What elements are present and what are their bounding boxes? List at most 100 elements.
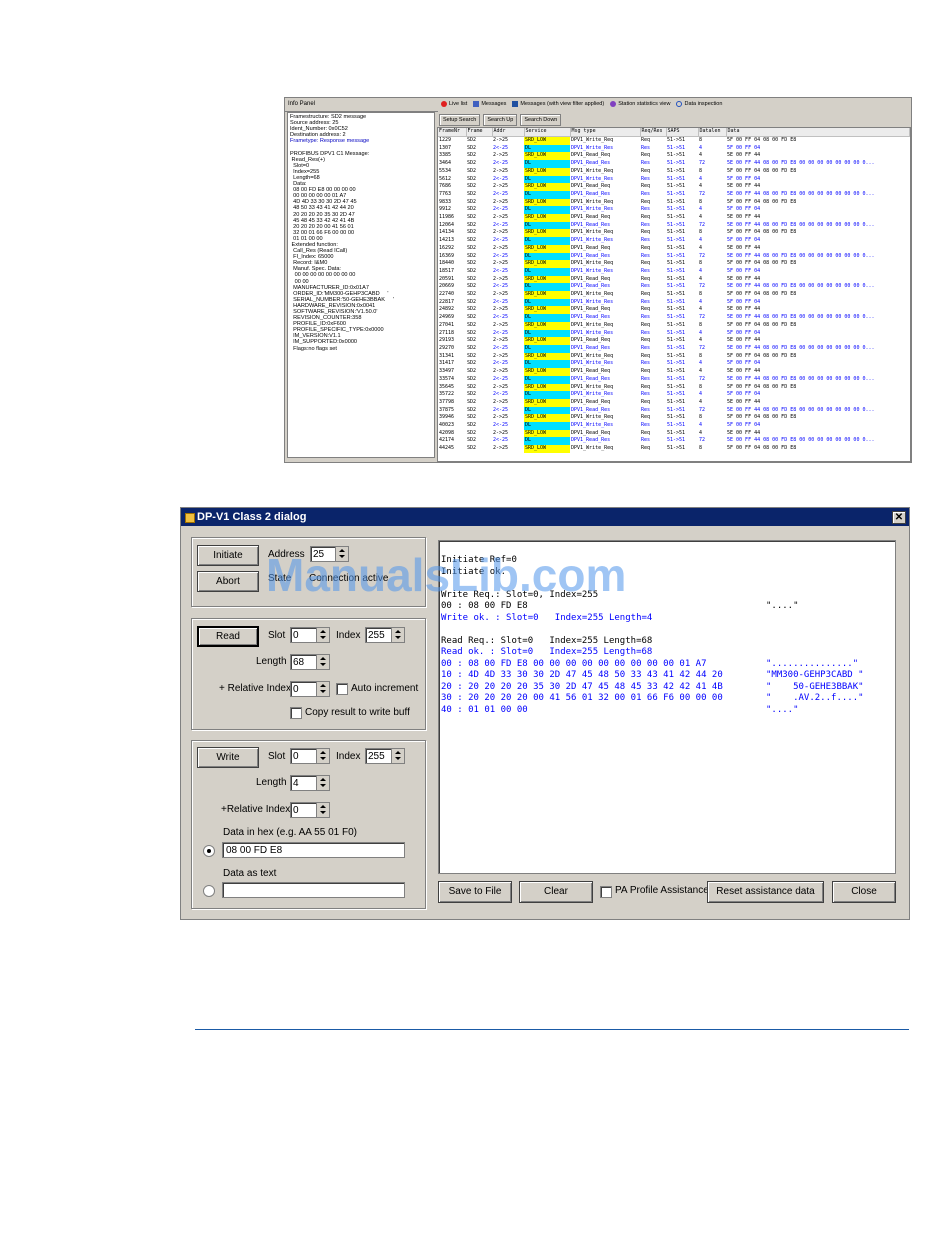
table-row[interactable]: 20669 SD2 2<-25 DL DPV1_Read_Res Res 51->51 72 5…: [438, 283, 910, 292]
spin-arrows-icon[interactable]: [316, 776, 329, 790]
spin-arrows-icon[interactable]: [316, 749, 329, 763]
table-row[interactable]: 20591 SD2 2->25 SRD_LOW DPV1_Read_Req Req 51->…: [438, 275, 910, 284]
table-row[interactable]: 31341 SD2 2->25 SRD_LOW DPV1_Write_Req Req 51-…: [438, 352, 910, 361]
column-header[interactable]: Addr: [492, 128, 525, 137]
table-row[interactable]: 11986 SD2 2->25 SRD_LOW DPV1_Read_Req Req 51->…: [438, 214, 910, 222]
table-row[interactable]: 33497 SD2 2->25 SRD_LOW DPV1_Read_Req Req 51->…: [438, 368, 910, 376]
search-up-button[interactable]: Search Up: [483, 114, 518, 126]
tab-data-inspection[interactable]: Data inspection: [676, 98, 722, 111]
table-row[interactable]: 31417 SD2 2<-25 DL DPV1_Write_Res Res 51->51 4 5…: [438, 360, 910, 369]
table-row[interactable]: 24969 SD2 2<-25 DL DPV1_Read_Res Res 51->51 72 5…: [438, 314, 910, 322]
table-row[interactable]: 39946 SD2 2->25 SRD_LOW DPV1_Write_Req Req 51-…: [438, 414, 910, 423]
table-row[interactable]: 44245 SD2 2->25 SRD_LOW DPV1_Write_Req Req 51-…: [438, 445, 910, 453]
table-cell: 2->25: [493, 291, 509, 298]
data-hex-input[interactable]: 08 00 FD E8: [222, 842, 405, 858]
table-row[interactable]: 35645 SD2 2->25 SRD_LOW DPV1_Write_Req Req 51-…: [438, 383, 910, 392]
tab-messages[interactable]: Messages: [473, 98, 506, 111]
info-panel-tab[interactable]: Info Panel: [285, 98, 438, 112]
search-down-button[interactable]: Search Down: [520, 114, 562, 126]
pa-profile-assistance-checkbox[interactable]: [600, 886, 612, 898]
write-relative-index-spinner[interactable]: 0: [290, 802, 330, 818]
column-header[interactable]: SAPS: [666, 128, 699, 137]
table-row[interactable]: 18440 SD2 2->25 SRD_LOW DPV1_Write_Req Req 51-…: [438, 260, 910, 268]
write-length-spinner[interactable]: 4: [290, 775, 330, 791]
table-cell: 5F 00 FF 04 08 00 FD E8: [727, 383, 797, 390]
column-header[interactable]: Datalen: [698, 128, 727, 137]
auto-increment-checkbox[interactable]: [336, 683, 348, 695]
write-slot-spinner[interactable]: 0: [290, 748, 330, 764]
setup-search-button[interactable]: Setup Search: [439, 114, 481, 126]
table-row[interactable]: 22740 SD2 2->25 SRD_LOW DPV1_Write_Req Req 51-…: [438, 291, 910, 299]
column-header[interactable]: Service: [524, 128, 571, 137]
reset-assistance-button[interactable]: Reset assistance data: [707, 881, 824, 903]
spin-arrows-icon[interactable]: [316, 655, 329, 669]
table-cell: DPV1_Read_Res: [571, 160, 611, 167]
read-button[interactable]: Read: [197, 626, 259, 647]
spin-arrows-icon[interactable]: [391, 749, 404, 763]
table-row[interactable]: 12064 SD2 2<-25 DL DPV1_Read_Res Res 51->51 72 5…: [438, 221, 910, 230]
table-cell: DPV1_Read_Res: [571, 283, 611, 290]
table-row[interactable]: 1229 SD2 2->25 SRD_LOW DPV1_Write_Req Req 51->…: [438, 136, 910, 145]
column-header[interactable]: Msg type: [570, 128, 641, 137]
close-button[interactable]: Close: [832, 881, 896, 903]
read-index-spinner[interactable]: 255: [365, 627, 405, 643]
read-index-value: 255: [368, 630, 385, 641]
write-index-spinner[interactable]: 255: [365, 748, 405, 764]
close-icon[interactable]: ✕: [892, 511, 906, 524]
table-row[interactable]: 33574 SD2 2<-25 DL DPV1_Read_Res Res 51->51 72 5…: [438, 375, 910, 384]
read-length-spinner[interactable]: 68: [290, 654, 330, 670]
spin-arrows-icon[interactable]: [316, 628, 329, 642]
table-row[interactable]: 29193 SD2 2->25 SRD_LOW DPV1_Read_Req Req 51->…: [438, 337, 910, 345]
data-text-input[interactable]: [222, 882, 405, 898]
tab-live-list[interactable]: Live list: [441, 98, 467, 111]
table-row[interactable]: 37798 SD2 2->25 SRD_LOW DPV1_Read_Req Req 51->…: [438, 398, 910, 407]
table-row[interactable]: 9833 SD2 2->25 SRD_LOW DPV1_Write_Req Req 51->…: [438, 198, 910, 207]
column-header[interactable]: Data: [726, 128, 910, 137]
table-row[interactable]: 27041 SD2 2->25 SRD_LOW DPV1_Write_Req Req 51-…: [438, 321, 910, 330]
table-row[interactable]: 37875 SD2 2<-25 DL DPV1_Read_Res Res 51->51 72 5…: [438, 406, 910, 415]
table-row[interactable]: 42174 SD2 2<-25 DL DPV1_Read_Res Res 51->51 72 5…: [438, 437, 910, 446]
table-row[interactable]: 27118 SD2 2<-25 DL DPV1_Write_Res Res 51->51 4 5…: [438, 329, 910, 338]
message-table[interactable]: FrameNr Frame Addr Service Msg type Req/Res SA…: [437, 127, 911, 462]
table-row[interactable]: 16369 SD2 2<-25 DL DPV1_Read_Res Res 51->51 72 5…: [438, 252, 910, 261]
save-to-file-button[interactable]: Save to File: [438, 881, 512, 903]
column-header[interactable]: FrameNr: [438, 128, 467, 137]
table-row[interactable]: 22817 SD2 2<-25 DL DPV1_Write_Res Res 51->51 4 5…: [438, 298, 910, 307]
table-row[interactable]: 35722 SD2 2<-25 DL DPV1_Write_Res Res 51->51 4 5…: [438, 391, 910, 399]
abort-button[interactable]: Abort: [197, 571, 259, 592]
table-row[interactable]: 40023 SD2 2<-25 DL DPV1_Write_Res Res 51->51 4 5…: [438, 422, 910, 430]
table-row[interactable]: 14134 SD2 2->25 SRD_LOW DPV1_Write_Req Req 51-…: [438, 229, 910, 238]
table-row[interactable]: 7763 SD2 2<-25 DL DPV1_Read_Res Res 51->51 72 5E…: [438, 190, 910, 199]
column-header[interactable]: Frame: [466, 128, 493, 137]
table-cell: Req: [641, 383, 651, 390]
table-cell: Req: [641, 445, 651, 452]
initiate-button[interactable]: Initiate: [197, 545, 259, 566]
read-relative-index-spinner[interactable]: 0: [290, 681, 330, 697]
clear-button[interactable]: Clear: [519, 881, 593, 903]
copy-result-checkbox[interactable]: [290, 707, 302, 719]
column-header[interactable]: Req/Res: [640, 128, 667, 137]
table-row[interactable]: 42098 SD2 2->25 SRD_LOW DPV1_Read_Req Req 51->…: [438, 429, 910, 438]
data-text-radio[interactable]: [203, 885, 215, 897]
table-row[interactable]: 3385 SD2 2->25 SRD_LOW DPV1_Read_Req Req 51->5…: [438, 152, 910, 161]
table-row[interactable]: 1307 SD2 2<-25 DL DPV1_Write_Res Res 51->51 4 5F…: [438, 144, 910, 153]
table-cell: Res: [641, 360, 651, 367]
table-row[interactable]: 29270 SD2 2<-25 DL DPV1_Read_Res Res 51->51 72 5…: [438, 344, 910, 353]
spin-arrows-icon[interactable]: [316, 682, 329, 696]
table-row[interactable]: 9912 SD2 2<-25 DL DPV1_Write_Res Res 51->51 4 5F…: [438, 206, 910, 215]
data-hex-radio[interactable]: [203, 845, 215, 857]
table-row[interactable]: 5612 SD2 2<-25 DL DPV1_Write_Res Res 51->51 4 5F…: [438, 175, 910, 184]
tab-messages-filtered[interactable]: Messages (with view filter applied): [512, 98, 604, 111]
tab-station-statistics[interactable]: Station statistics view: [610, 98, 670, 111]
table-row[interactable]: 5534 SD2 2->25 SRD_LOW DPV1_Write_Req Req 51->…: [438, 167, 910, 176]
spin-arrows-icon[interactable]: [316, 803, 329, 817]
table-row[interactable]: 16292 SD2 2->25 SRD_LOW DPV1_Read_Req Req 51->…: [438, 244, 910, 253]
read-slot-spinner[interactable]: 0: [290, 627, 330, 643]
table-row[interactable]: 24892 SD2 2->25 SRD_LOW DPV1_Read_Req Req 51->…: [438, 306, 910, 315]
write-button[interactable]: Write: [197, 747, 259, 768]
table-row[interactable]: 3464 SD2 2<-25 DL DPV1_Read_Res Res 51->51 72 5E…: [438, 160, 910, 168]
spin-arrows-icon[interactable]: [391, 628, 404, 642]
table-row[interactable]: 18517 SD2 2<-25 DL DPV1_Write_Res Res 51->51 4 5…: [438, 267, 910, 276]
table-row[interactable]: 7686 SD2 2->25 SRD_LOW DPV1_Read_Req Req 51->5…: [438, 183, 910, 191]
table-row[interactable]: 14213 SD2 2<-25 DL DPV1_Write_Res Res 51->51 4 5…: [438, 237, 910, 245]
